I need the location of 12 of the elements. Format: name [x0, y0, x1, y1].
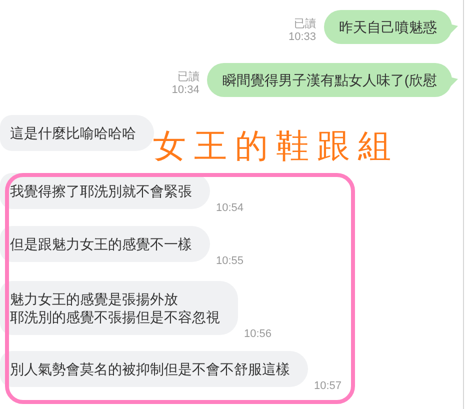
message-text: 瞬間覺得男子漢有點女人味了(欣慰	[222, 71, 437, 89]
message-time: 10:33	[288, 31, 316, 44]
message-time: 10:34	[172, 84, 200, 97]
message-text: 我覺得擦了耶洗別就不會緊張	[10, 182, 192, 200]
message-text: 但是跟魅力女王的感覺不一樣	[10, 235, 192, 253]
handwritten-annotation: 女王的鞋跟組	[153, 126, 399, 166]
message-text: 昨天自己噴魅惑	[339, 18, 437, 36]
message-text: 這是什麼比喻哈哈哈	[10, 124, 136, 142]
read-receipt: 已讀	[177, 71, 200, 84]
message-text: 魅力女王的感覺是張揚外放 耶洗別的感覺不張揚但是不容忽視	[10, 290, 220, 326]
message-text: 別人氣勢會莫名的被抑制但是不會不舒服這樣	[10, 360, 290, 378]
read-receipt: 已讀	[294, 18, 316, 31]
